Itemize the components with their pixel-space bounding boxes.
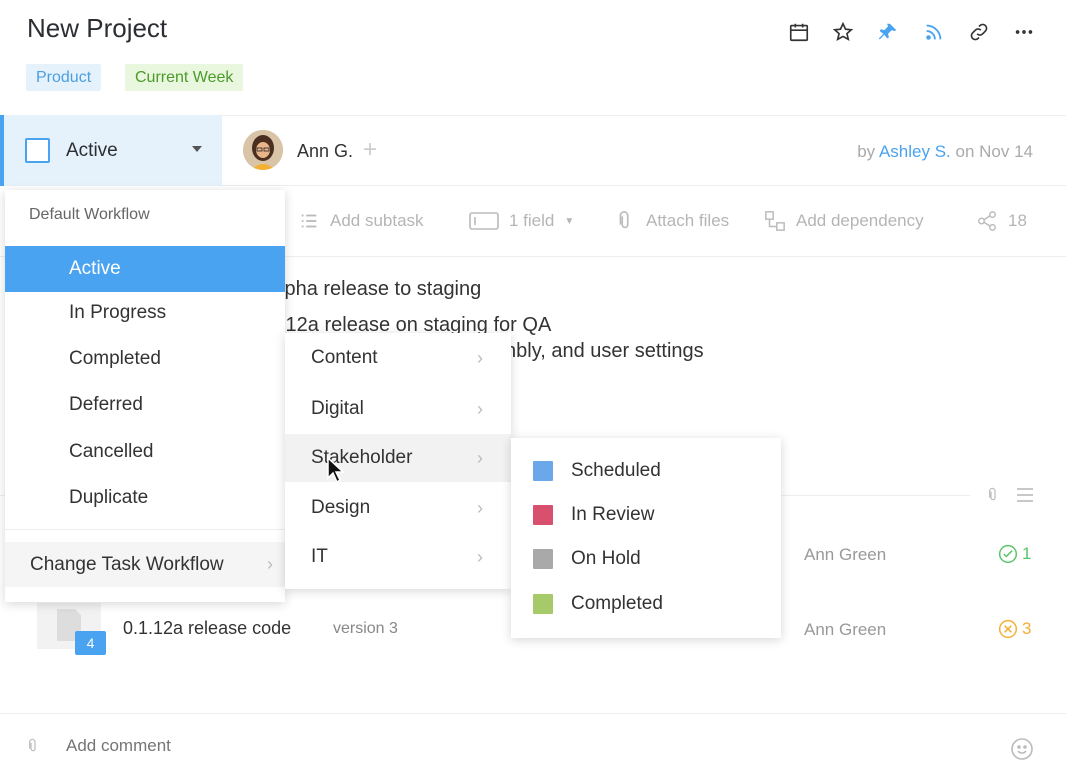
attachment-name[interactable]: 0.1.12a release code	[123, 618, 291, 639]
list-icon	[301, 214, 317, 228]
status-option-scheduled[interactable]: Scheduled	[511, 449, 781, 493]
submenu-item-stakeholder[interactable]: Stakeholder ›	[285, 434, 511, 482]
submenu-item-design[interactable]: Design ›	[285, 484, 511, 532]
rss-icon[interactable]	[922, 20, 946, 44]
workflow-item-in-progress[interactable]: In Progress	[5, 290, 285, 336]
status-checkbox[interactable]	[25, 138, 50, 163]
workflow-item-active[interactable]: Active	[5, 246, 285, 292]
calendar-icon[interactable]	[787, 20, 811, 44]
color-swatch	[533, 505, 553, 525]
description-line: nbly, and user settings	[505, 340, 704, 362]
paperclip-icon	[619, 211, 629, 229]
share-icon	[978, 211, 996, 231]
submenu-label: IT	[311, 546, 328, 567]
author-link[interactable]: Ashley S.	[879, 142, 951, 161]
attachment-owner: Ann Green	[804, 620, 887, 639]
chevron-right-icon: ›	[477, 547, 483, 567]
divider	[0, 713, 1066, 714]
description-line: lpha release to staging	[280, 278, 482, 300]
rejection-status[interactable]: 3	[998, 619, 1031, 639]
caret-down-icon[interactable]	[192, 146, 202, 152]
rejection-count: 3	[1022, 619, 1032, 638]
workflow-item-deferred[interactable]: Deferred	[5, 382, 285, 428]
status-option-label: In Review	[571, 504, 655, 525]
mouse-cursor-icon	[326, 456, 346, 489]
paperclip-icon[interactable]	[985, 484, 1001, 511]
submenu-label: Design	[311, 497, 371, 518]
add-subtask-label: Add subtask	[330, 211, 424, 230]
workflow-item-cancelled[interactable]: Cancelled	[5, 429, 285, 475]
chevron-right-icon: ›	[477, 348, 483, 368]
menu-divider	[5, 529, 285, 530]
submenu-item-digital[interactable]: Digital ›	[285, 385, 511, 433]
tag-product[interactable]: Product	[26, 64, 102, 91]
submenu-item-it[interactable]: IT ›	[285, 533, 511, 581]
change-workflow-label: Change Task Workflow	[30, 554, 224, 575]
submenu-label: Content	[311, 347, 378, 368]
submenu-label: Digital	[311, 398, 364, 419]
check-circle-icon	[998, 544, 1018, 564]
change-workflow-item[interactable]: Change Task Workflow ›	[5, 542, 285, 587]
share-button[interactable]: 18	[976, 210, 1027, 232]
status-option-completed[interactable]: Completed	[511, 582, 781, 626]
workflow-item-duplicate[interactable]: Duplicate	[5, 475, 285, 521]
caret-down-icon: ▼	[564, 215, 575, 227]
emoji-icon[interactable]	[1010, 737, 1034, 764]
dependency-icon	[765, 211, 785, 231]
menu-heading: Default Workflow	[29, 206, 150, 223]
add-subtask-button[interactable]: Add subtask	[298, 210, 424, 232]
comment-input[interactable]	[66, 736, 866, 756]
more-icon[interactable]	[1012, 20, 1036, 44]
list-view-icon[interactable]	[1015, 486, 1035, 509]
star-icon[interactable]	[831, 20, 855, 44]
field-button[interactable]: 1 field ▼	[469, 210, 574, 232]
field-icon	[469, 212, 499, 230]
workflow-item-completed[interactable]: Completed	[5, 336, 285, 382]
tag-current-week[interactable]: Current Week	[125, 64, 244, 91]
status-option-label: On Hold	[571, 548, 641, 569]
field-label: 1 field	[509, 211, 555, 230]
status-option-in-review[interactable]: In Review	[511, 493, 781, 537]
x-circle-icon	[998, 619, 1018, 639]
status-option-label: Scheduled	[571, 460, 661, 481]
attach-files-label: Attach files	[646, 211, 730, 230]
attachment-owner: Ann Green	[804, 545, 887, 564]
color-swatch	[533, 461, 553, 481]
submenu-item-content[interactable]: Content ›	[285, 334, 511, 382]
color-swatch	[533, 594, 553, 614]
status-label: Active	[66, 140, 118, 161]
page-title: New Project	[27, 13, 168, 43]
chevron-right-icon: ›	[267, 554, 273, 574]
status-option-label: Completed	[571, 593, 663, 614]
share-count: 18	[1008, 211, 1027, 230]
add-dependency-button[interactable]: Add dependency	[764, 210, 924, 232]
add-dependency-label: Add dependency	[796, 211, 924, 230]
avatar[interactable]	[243, 130, 283, 170]
approval-count: 1	[1022, 544, 1032, 563]
add-assignee-icon[interactable]: +	[363, 136, 377, 164]
attach-files-button[interactable]: Attach files	[614, 210, 729, 232]
chevron-right-icon: ›	[477, 498, 483, 518]
attachment-version[interactable]: version 3	[333, 620, 398, 638]
color-swatch	[533, 549, 553, 569]
created-by: by Ashley S. on Nov 14	[857, 142, 1033, 162]
status-option-on-hold[interactable]: On Hold	[511, 537, 781, 581]
byline-date: on Nov 14	[955, 142, 1034, 161]
byline-prefix: by	[857, 142, 876, 161]
approval-status[interactable]: 1	[998, 544, 1031, 564]
paperclip-icon[interactable]	[25, 735, 41, 762]
chevron-right-icon: ›	[477, 448, 483, 468]
chevron-right-icon: ›	[477, 399, 483, 419]
link-icon[interactable]	[967, 20, 991, 44]
version-badge: 4	[75, 631, 106, 655]
assignee-name[interactable]: Ann G.	[297, 141, 353, 162]
pin-icon[interactable]	[876, 20, 900, 44]
